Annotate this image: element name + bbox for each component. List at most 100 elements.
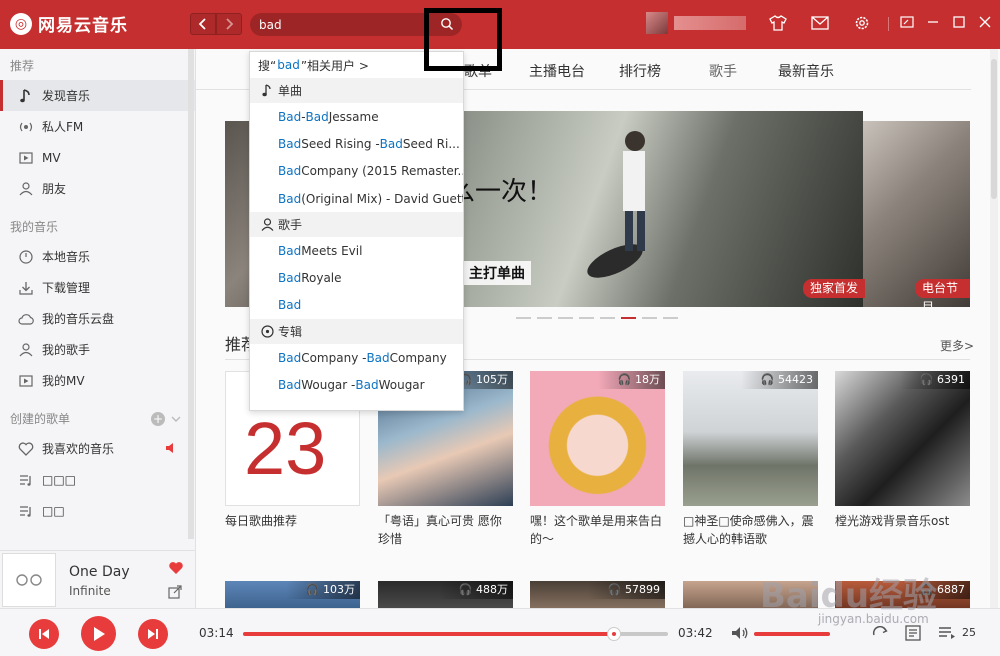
maximize-button[interactable] [952, 14, 966, 30]
progress-knob[interactable] [607, 627, 622, 641]
sidebar-item-label: 发现音乐 [42, 89, 91, 103]
app-logo[interactable]: ◎ 网易云音乐 [10, 11, 128, 36]
suggest-album-item[interactable]: Bad Company - Bad Company [250, 344, 463, 371]
sidebar-item-download[interactable]: 下载管理 [0, 272, 195, 303]
sidebar-item-music-note[interactable]: 发现音乐 [0, 80, 195, 111]
suggest-song-item[interactable]: Bad (Original Mix) - David Guetta... [250, 185, 463, 212]
minimize-button[interactable] [926, 14, 940, 30]
sidebar-item-video[interactable]: MV [0, 142, 195, 173]
search-keyword-highlight: Bad [278, 350, 302, 365]
app-logo-text: 网易云音乐 [38, 16, 128, 36]
playlist-icon [18, 503, 34, 519]
sidebar-item-cloud[interactable]: 我的音乐云盘 [0, 303, 195, 334]
card-title[interactable]: □神圣□使命感佛入，震撼人心的韩语歌 [683, 512, 818, 548]
banner-dot[interactable] [516, 317, 531, 319]
playlist-card-row2[interactable]: 🎧 57899 [530, 581, 665, 608]
sidebar-item-playlist[interactable]: □□ [0, 495, 195, 526]
suggest-text: Seed Rising - [301, 136, 380, 151]
close-icon [979, 16, 991, 28]
sidebar-item-label: 本地音乐 [42, 250, 91, 264]
volume-fill [754, 632, 830, 636]
sidebar-item-radio[interactable]: 私人FM [0, 111, 195, 142]
sidebar-item-friends[interactable]: 朋友 [0, 173, 195, 204]
suggest-category-artists: 歌手 [250, 212, 463, 238]
chevron-down-icon[interactable] [171, 415, 181, 423]
main-scrollbar-thumb[interactable] [991, 59, 997, 199]
sidebar-item-singer[interactable]: 我的歌手 [0, 334, 195, 365]
music-note-icon [260, 84, 274, 98]
playlist-card[interactable]: 🎧 54423 □神圣□使命感佛入，震撼人心的韩语歌 [683, 371, 818, 548]
lyrics-icon [905, 625, 921, 641]
messages-button[interactable] [810, 13, 830, 33]
playlist-card-row2[interactable]: 🎧 103万 [225, 581, 360, 608]
search-keyword-highlight: Bad [379, 136, 403, 151]
volume-button[interactable] [730, 623, 750, 643]
previous-track-button[interactable] [29, 619, 59, 649]
suggest-artist-item[interactable]: Bad Royale [250, 264, 463, 291]
sidebar-item-heart[interactable]: 我喜欢的音乐 [0, 433, 195, 464]
playlist-card[interactable]: 🎧 18万 嘿！这个歌单是用来告白的～ [530, 371, 665, 548]
tab-radio[interactable]: 主播电台 [529, 61, 585, 81]
tab-artists[interactable]: 歌手 [709, 61, 737, 81]
lyrics-button[interactable] [903, 623, 923, 643]
like-heart-icon[interactable] [168, 561, 184, 575]
sidebar-group-playlists-label: 创建的歌单 [10, 412, 71, 426]
banner-dot[interactable] [600, 317, 615, 319]
card-title[interactable]: 嘿！这个歌单是用来告白的～ [530, 512, 665, 548]
suggest-album-item[interactable]: Bad Wougar - Bad Wougar [250, 371, 463, 398]
banner-dot[interactable] [558, 317, 573, 319]
skin-button[interactable] [768, 13, 788, 33]
card-title[interactable]: 每日歌曲推荐 [225, 512, 360, 530]
banner-dot[interactable] [663, 317, 678, 319]
card-title[interactable]: 「粤语」真心可贵 愿你珍惜 [378, 512, 513, 548]
volume-slider[interactable] [754, 632, 830, 636]
back-button[interactable] [190, 13, 216, 35]
sidebar-item-local-music[interactable]: 本地音乐 [0, 241, 195, 272]
mini-mode-button[interactable] [900, 14, 914, 30]
progress-bar[interactable] [243, 632, 668, 636]
banner-dot[interactable] [642, 317, 657, 319]
suggest-text: Seed Ri... [402, 136, 460, 151]
now-playing-artist[interactable]: Infinite [69, 584, 111, 598]
card-title[interactable]: 樘光游戏背景音乐ost [835, 512, 970, 530]
suggest-song-item[interactable]: Bad - Bad Jessame [250, 103, 463, 130]
banner-dot[interactable] [579, 317, 594, 319]
tab-charts[interactable]: 排行榜 [619, 61, 661, 81]
now-playing-title[interactable]: One Day [69, 564, 130, 580]
suggest-artist-item[interactable]: Bad Meets Evil [250, 237, 463, 264]
sidebar-scrollbar[interactable] [188, 49, 194, 539]
playlist-cover[interactable]: 🎧 6391 [835, 371, 970, 506]
search-keyword-highlight: Bad [278, 164, 302, 179]
playlist-cover[interactable]: 🎧 18万 [530, 371, 665, 506]
sidebar-recommend-list: 发现音乐私人FM MV 朋友 [0, 80, 195, 204]
suggest-artist-item[interactable]: Bad [250, 292, 463, 319]
banner-dot[interactable] [621, 317, 636, 319]
playlist-card[interactable]: 🎧 6391 樘光游戏背景音乐ost [835, 371, 970, 530]
suggest-text: Jessame [328, 109, 379, 124]
search-keyword-highlight: Bad [278, 109, 302, 124]
share-icon[interactable] [168, 585, 182, 599]
sidebar-item-playlist[interactable]: □□□ [0, 464, 195, 495]
forward-button[interactable] [216, 13, 242, 35]
add-playlist-icon[interactable]: + [151, 411, 165, 426]
search-input[interactable] [259, 17, 429, 32]
sidebar-item-video[interactable]: 我的MV [0, 365, 195, 396]
playlist-cover[interactable]: 🎧 54423 [683, 371, 818, 506]
next-track-button[interactable] [138, 619, 168, 649]
play-pause-button[interactable] [81, 616, 116, 651]
playlist-card-row2[interactable]: 🎧 488万 [378, 581, 513, 608]
banner-dot[interactable] [537, 317, 552, 319]
suggest-song-item[interactable]: Bad Company (2015 Remaster... [250, 158, 463, 185]
more-link[interactable]: 更多> [940, 337, 974, 354]
suggest-song-item[interactable]: Bad Seed Rising - Bad Seed Ri... [250, 130, 463, 157]
settings-button[interactable] [852, 13, 872, 33]
now-playing-cover[interactable] [2, 553, 56, 607]
close-button[interactable] [978, 14, 992, 30]
playlist-queue-button[interactable] [937, 623, 957, 643]
sidebar-item-label: □□□ [42, 472, 77, 487]
tab-new-music[interactable]: 最新音乐 [778, 61, 834, 81]
suggest-artists-list: Bad Meets Evil Bad Royale Bad [250, 237, 463, 319]
user-profile[interactable] [646, 12, 746, 34]
radio-icon [18, 119, 34, 135]
loop-mode-button[interactable] [870, 623, 890, 643]
